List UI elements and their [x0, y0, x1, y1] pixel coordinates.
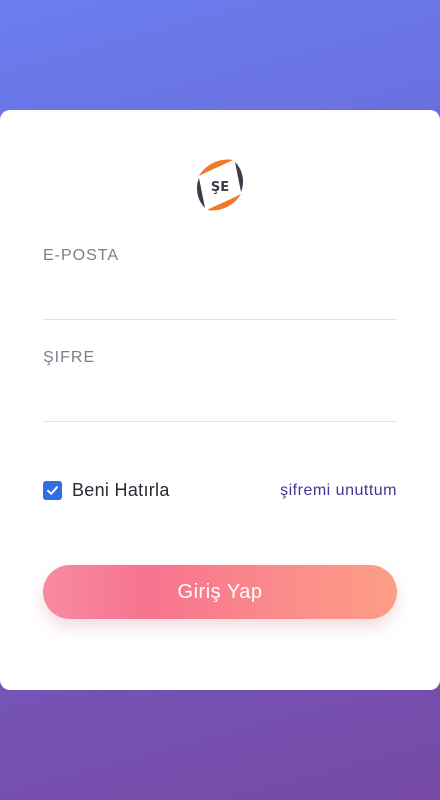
brand-logo-icon: ŞE: [189, 154, 251, 216]
svg-text:ŞE: ŞE: [211, 180, 229, 195]
login-button[interactable]: Giriş Yap: [43, 565, 397, 619]
forgot-password-link[interactable]: şifremi unuttum: [280, 482, 397, 500]
email-field-group: E-POSTA: [43, 247, 397, 320]
remember-me-label: Beni Hatırla: [72, 480, 170, 500]
email-label: E-POSTA: [43, 247, 120, 264]
password-field-group: ŞIFRE: [43, 349, 397, 422]
checkmark-icon: [47, 486, 58, 495]
password-label: ŞIFRE: [43, 349, 96, 366]
login-card: ŞE E-POSTA ŞIFRE Beni Hatırla şifremi un…: [0, 110, 440, 690]
email-input[interactable]: [43, 287, 397, 320]
remember-me-checkbox[interactable]: [43, 481, 62, 500]
remember-me-toggle[interactable]: Beni Hatırla: [43, 480, 170, 501]
password-input[interactable]: [43, 389, 397, 422]
